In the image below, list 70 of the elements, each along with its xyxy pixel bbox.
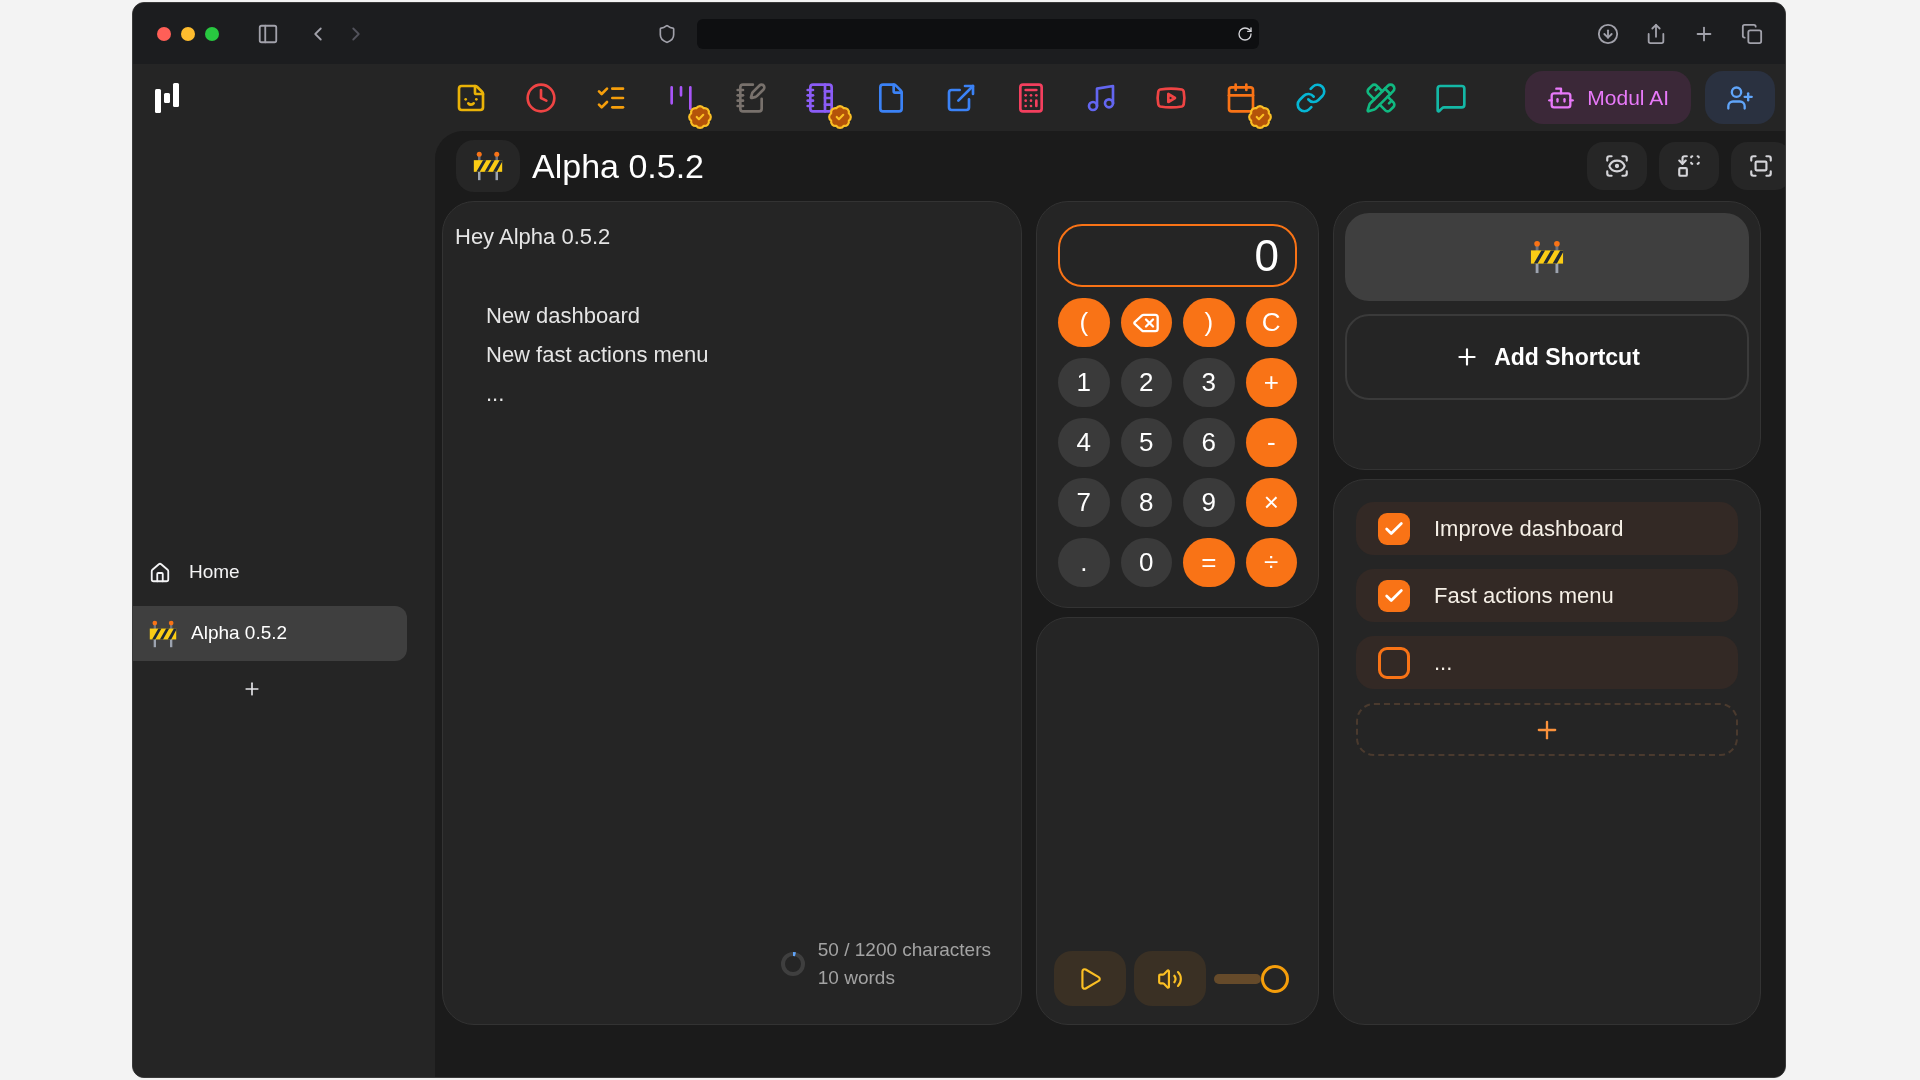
calculator-key[interactable]: 5 [1120,418,1172,467]
minimize-window-button[interactable] [181,26,195,41]
tabs-overview-icon[interactable] [1741,22,1763,45]
checkbox[interactable] [1378,512,1410,545]
check-badge-icon [687,103,713,130]
swap-layout-button[interactable] [1659,142,1719,190]
construction-barrier-icon [1528,240,1566,274]
check-badge-icon [1247,103,1273,130]
play-button[interactable] [1054,951,1126,1006]
shortcut-tile[interactable] [1345,213,1749,301]
sidebar-toggle-icon[interactable] [257,22,279,45]
link-icon [1295,81,1327,114]
calendar-icon [1225,81,1257,114]
todo-label: ... [1434,649,1453,677]
note-line: ... [486,380,506,408]
calculator-key[interactable]: 8 [1120,478,1172,527]
maximize-window-button[interactable] [205,26,219,41]
home-icon [149,561,171,584]
scan-eye-icon [1604,153,1630,179]
note-line: New fast actions menu [486,341,710,369]
slider-thumb[interactable] [1261,964,1289,993]
swap-icon [1676,153,1702,179]
fullscreen-icon [1748,153,1774,179]
calculator-key[interactable]: 0 [1120,538,1172,587]
note-greeting: Hey Alpha 0.5.2 [455,223,612,251]
note-line: New dashboard [486,302,642,330]
add-shortcut-button[interactable]: Add Shortcut [1345,314,1749,400]
todo-item[interactable]: Improve dashboard [1356,502,1738,555]
calculator-key[interactable]: . [1058,538,1110,587]
calculator-key[interactable]: 2 [1120,358,1172,407]
todo-label: Improve dashboard [1434,515,1624,543]
note-card[interactable]: Hey Alpha 0.5.2 New dashboard New fast actions menu ... 50 / 1200 characters 10 words [442,201,1022,1025]
calculator-key[interactable]: 7 [1058,478,1110,527]
clock-icon [525,81,557,114]
calculator-key[interactable]: 1 [1058,358,1110,407]
checkbox[interactable] [1378,646,1410,679]
add-user-icon [1726,83,1754,112]
sidebar-item[interactable]: Alpha 0.5.2 [133,606,407,661]
calculator-display: 0 [1058,224,1297,287]
word-count: 10 words [817,966,896,990]
pencil-ruler-icon [1365,81,1397,114]
page-title: Alpha 0.5.2 [532,145,705,187]
preview-button[interactable] [1587,142,1647,190]
check-badge-icon [827,103,853,130]
reload-icon[interactable] [1237,25,1253,42]
volume-slider[interactable] [1214,964,1289,993]
construction-barrier-icon [471,151,505,181]
close-window-button[interactable] [157,26,171,41]
volume-button[interactable] [1134,951,1206,1006]
add-user-button[interactable] [1705,71,1775,124]
calculator-key[interactable]: 9 [1183,478,1235,527]
calculator-key[interactable]: 4 [1058,418,1110,467]
share-icon[interactable] [1645,22,1667,45]
slider-track [1214,973,1261,984]
calculator-key[interactable]: 6 [1183,418,1235,467]
todo-item[interactable]: Fast actions menu [1356,569,1738,622]
page-icon-tile[interactable] [456,140,520,192]
todo-label: Fast actions menu [1434,582,1614,610]
notebook-pen-icon [735,81,767,114]
fullscreen-button[interactable] [1731,142,1785,190]
checkbox[interactable] [1378,579,1410,612]
calculator-key[interactable]: 3 [1183,358,1235,407]
backspace-key[interactable] [1120,298,1172,347]
character-count: 50 / 1200 characters [817,938,991,962]
todo-item[interactable]: ... [1356,636,1738,689]
ai-button[interactable]: Modul AI [1525,71,1691,124]
shield-icon[interactable] [657,23,677,44]
download-icon[interactable] [1597,22,1619,45]
construction-barrier-icon [147,619,179,648]
sidebar-item[interactable]: Home [133,545,407,600]
